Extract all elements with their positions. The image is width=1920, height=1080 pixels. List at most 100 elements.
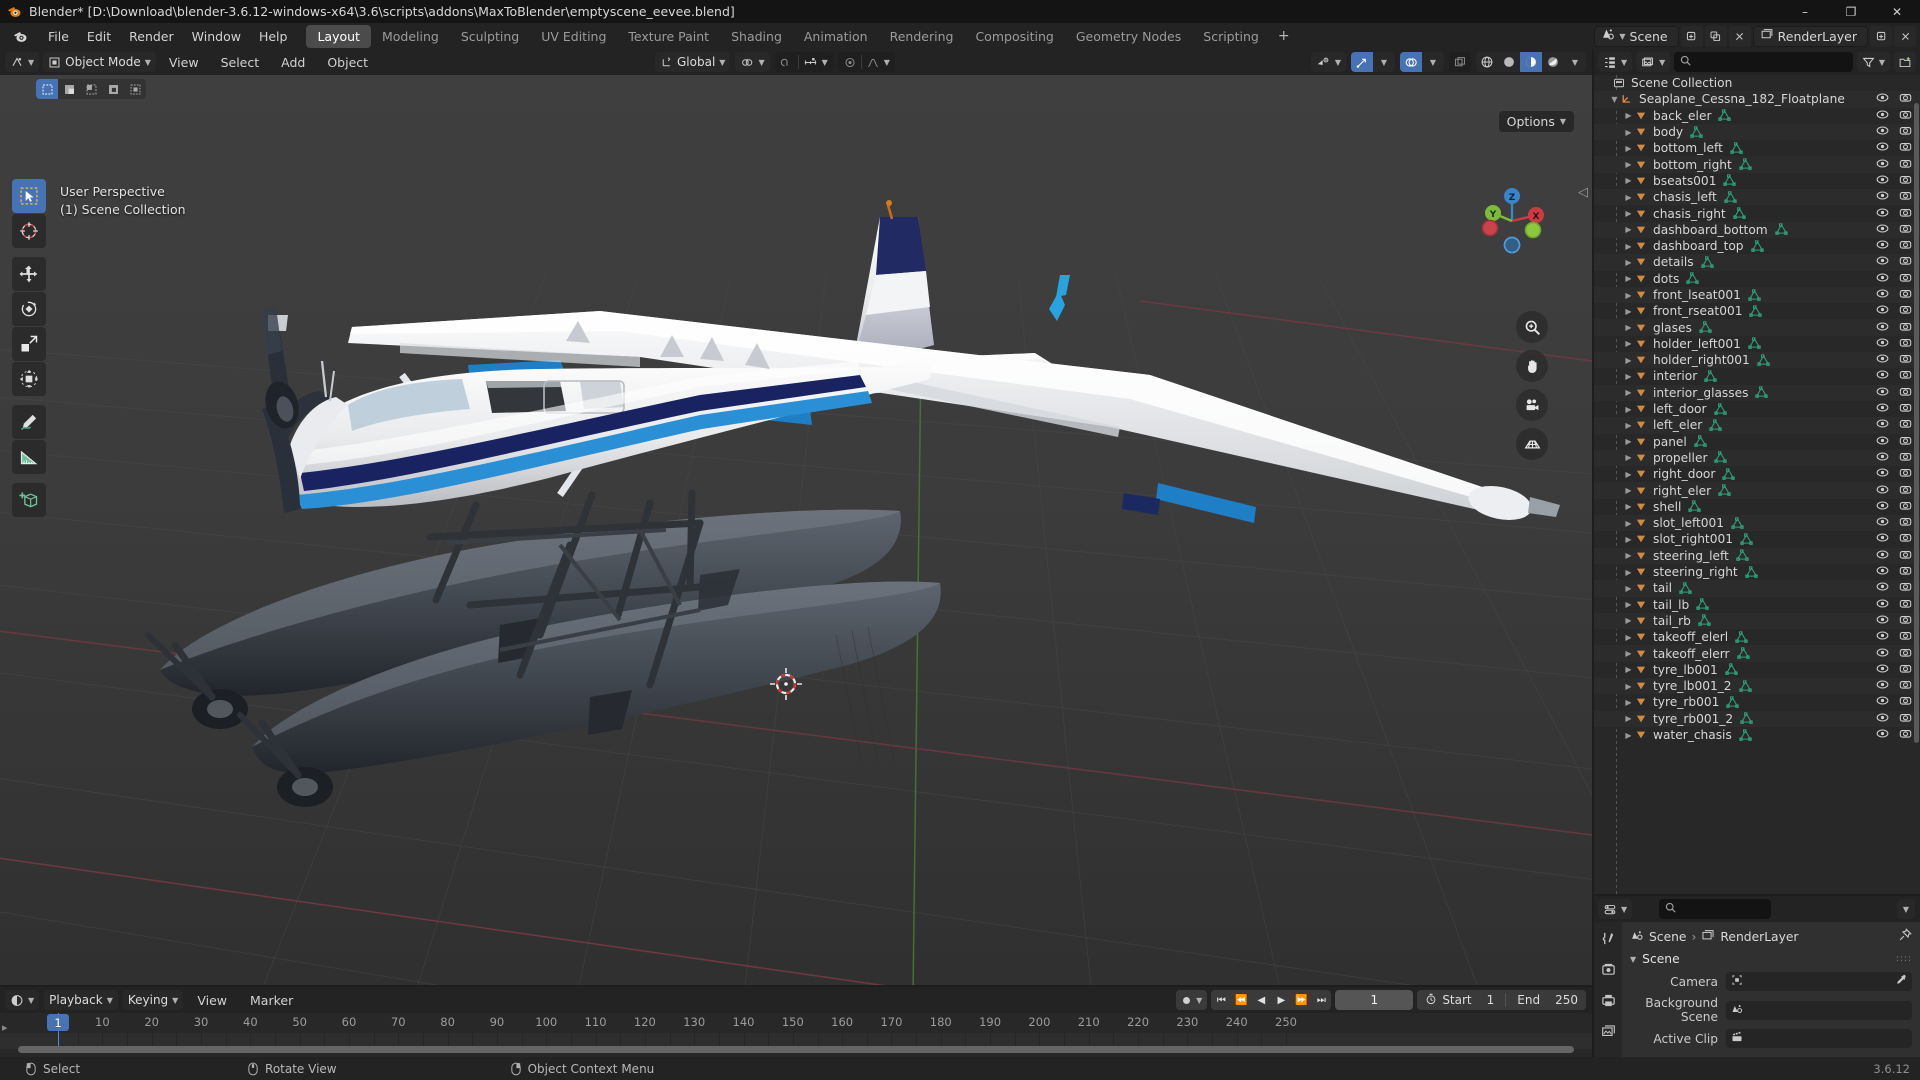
viewport-menu-view[interactable]: View — [160, 52, 208, 73]
object-visibility-controls[interactable] — [1876, 451, 1912, 465]
eye-icon[interactable] — [1876, 353, 1889, 367]
camera-render-icon[interactable] — [1899, 598, 1912, 612]
workspace-tab-scripting[interactable]: Scripting — [1192, 25, 1270, 48]
mesh-data-icon[interactable] — [1725, 663, 1738, 676]
outliner-row-object[interactable]: ▶ interior_glasses — [1594, 384, 1920, 401]
viewport-toolbar[interactable] — [12, 179, 46, 517]
mesh-data-icon[interactable] — [1704, 370, 1717, 383]
menu-render[interactable]: Render — [120, 26, 183, 47]
mesh-data-icon[interactable] — [1694, 435, 1707, 448]
camera-render-icon[interactable] — [1899, 663, 1912, 677]
eye-icon[interactable] — [1876, 630, 1889, 644]
menu-window[interactable]: Window — [183, 26, 250, 47]
mesh-data-icon[interactable] — [1713, 402, 1727, 416]
timeline-channel-toggle-icon[interactable]: ▸ — [2, 1021, 8, 1034]
mesh-data-icon[interactable] — [1679, 582, 1692, 595]
outliner-row-object[interactable]: ▶ slot_right001 — [1594, 531, 1920, 547]
select-invert-button[interactable] — [102, 79, 124, 99]
workspace-tab-layout[interactable]: Layout — [306, 24, 371, 48]
previous-keyframe-button[interactable]: ⏪ — [1231, 990, 1251, 1010]
overlay-chevron-down-icon[interactable]: ▼ — [1422, 52, 1444, 72]
mesh-data-icon[interactable] — [1686, 272, 1700, 285]
camera-render-icon[interactable] — [1899, 272, 1912, 286]
outliner-row-object[interactable]: ▶ takeoff_elerr — [1594, 645, 1920, 662]
object-visibility-controls[interactable] — [1876, 369, 1912, 383]
eye-icon[interactable] — [1876, 484, 1889, 498]
camera-render-icon[interactable] — [1899, 304, 1912, 318]
tool-tab-icon[interactable] — [1598, 928, 1618, 948]
timeline-menu-marker[interactable]: Marker — [241, 990, 302, 1011]
scale-tool-button[interactable] — [12, 327, 46, 361]
object-visibility-controls[interactable] — [1876, 223, 1912, 237]
3d-viewport[interactable]: ▼ Object Mode ▼ View Select Add Object G… — [0, 49, 1592, 985]
camera-render-icon[interactable] — [1899, 109, 1912, 123]
tweak-select-tool-button[interactable] — [12, 179, 46, 213]
workspace-tab-animation[interactable]: Animation — [793, 25, 879, 48]
playback-menu[interactable]: Playback ▼ — [44, 990, 118, 1010]
outliner-filter-button[interactable]: ▼ — [1856, 52, 1890, 72]
eye-icon[interactable] — [1876, 223, 1889, 237]
object-visibility-controls[interactable] — [1876, 288, 1912, 302]
mesh-data-icon[interactable] — [1730, 142, 1743, 155]
object-expand-icon[interactable]: ▶ — [1622, 405, 1635, 414]
shading-rendered-button[interactable] — [1542, 52, 1564, 72]
object-visibility-controls[interactable] — [1876, 712, 1912, 726]
select-set-button[interactable] — [36, 79, 58, 99]
object-expand-icon[interactable]: ▶ — [1622, 453, 1635, 462]
camera-render-icon[interactable] — [1899, 581, 1912, 595]
new-scene-button[interactable] — [1680, 25, 1703, 47]
object-visibility-controls[interactable] — [1876, 614, 1912, 628]
outliner-editor-type-selector[interactable]: ▼ — [1598, 52, 1633, 72]
object-expand-icon[interactable]: ▶ — [1622, 437, 1635, 446]
viewport-nav-buttons[interactable] — [1514, 311, 1550, 460]
breadcrumb-layer-label[interactable]: RenderLayer — [1720, 930, 1798, 944]
pan-hand-icon[interactable] — [1516, 350, 1548, 382]
properties-editor-type-selector[interactable]: ▼ — [1598, 899, 1633, 919]
eye-icon[interactable] — [1876, 207, 1889, 221]
shading-mode-group[interactable]: ▼ — [1476, 52, 1586, 72]
object-expand-icon[interactable]: ▶ — [1622, 600, 1635, 609]
eye-icon[interactable] — [1876, 158, 1889, 172]
outliner-row-object[interactable]: ▶ bottom_left — [1594, 140, 1920, 156]
object-visibility-controls[interactable] — [1876, 728, 1912, 742]
outliner-row-object[interactable]: ▶ dashboard_top — [1594, 238, 1920, 254]
workspace-tab-geometry-nodes[interactable]: Geometry Nodes — [1065, 25, 1192, 48]
outliner-row-object[interactable]: ▶ left_eler — [1594, 417, 1920, 434]
eye-icon[interactable] — [1876, 435, 1889, 449]
outliner-tree[interactable]: Scene Collection ▼ Seaplane_Cessna_182_F… — [1594, 75, 1920, 894]
eye-icon[interactable] — [1876, 418, 1889, 432]
mesh-data-icon[interactable] — [1714, 451, 1728, 464]
camera-render-icon[interactable] — [1899, 92, 1912, 106]
play-reverse-button[interactable]: ◀ — [1251, 990, 1271, 1010]
viewport-canvas[interactable]: User Perspective (1) Scene Collection Op… — [0, 75, 1592, 985]
outliner-scrollbar[interactable] — [1914, 103, 1919, 743]
mesh-data-icon[interactable] — [1774, 223, 1788, 236]
shading-wireframe-button[interactable] — [1476, 52, 1498, 72]
object-visibility-controls[interactable] — [1876, 630, 1912, 644]
transform-orientation-selector[interactable]: Global ▼ — [655, 52, 731, 72]
eye-icon[interactable] — [1876, 92, 1889, 106]
camera-render-icon[interactable] — [1899, 418, 1912, 432]
outliner-row-object[interactable]: ▶ water_chasis — [1594, 727, 1920, 743]
mesh-data-icon[interactable] — [1726, 696, 1740, 709]
end-frame-value[interactable]: 250 — [1555, 993, 1578, 1007]
outliner-row-scene-collection[interactable]: Scene Collection — [1594, 75, 1920, 91]
camera-render-icon[interactable] — [1899, 679, 1912, 693]
eye-icon[interactable] — [1876, 369, 1889, 383]
object-expand-icon[interactable]: ▶ — [1622, 144, 1635, 153]
object-expand-icon[interactable]: ▶ — [1622, 388, 1635, 397]
shading-chevron-down-icon[interactable]: ▼ — [1564, 52, 1586, 72]
outliner-row-object[interactable]: ▶ tyre_rb001_2 — [1594, 710, 1920, 727]
breadcrumb-scene-label[interactable]: Scene — [1649, 930, 1687, 944]
object-visibility-controls[interactable] — [1876, 581, 1912, 595]
camera-render-icon[interactable] — [1899, 402, 1912, 416]
object-expand-icon[interactable]: ▶ — [1622, 682, 1635, 691]
object-visibility-controls[interactable] — [1876, 158, 1912, 172]
object-visibility-controls[interactable] — [1876, 109, 1912, 123]
outliner-row-object[interactable]: ▶ body — [1594, 123, 1920, 141]
current-frame-field[interactable]: 1 — [1335, 990, 1414, 1010]
camera-render-icon[interactable] — [1899, 728, 1912, 742]
eye-icon[interactable] — [1876, 255, 1889, 269]
active-clip-field[interactable] — [1726, 1029, 1912, 1048]
outliner-row-object[interactable]: ▶ tail — [1594, 580, 1920, 597]
